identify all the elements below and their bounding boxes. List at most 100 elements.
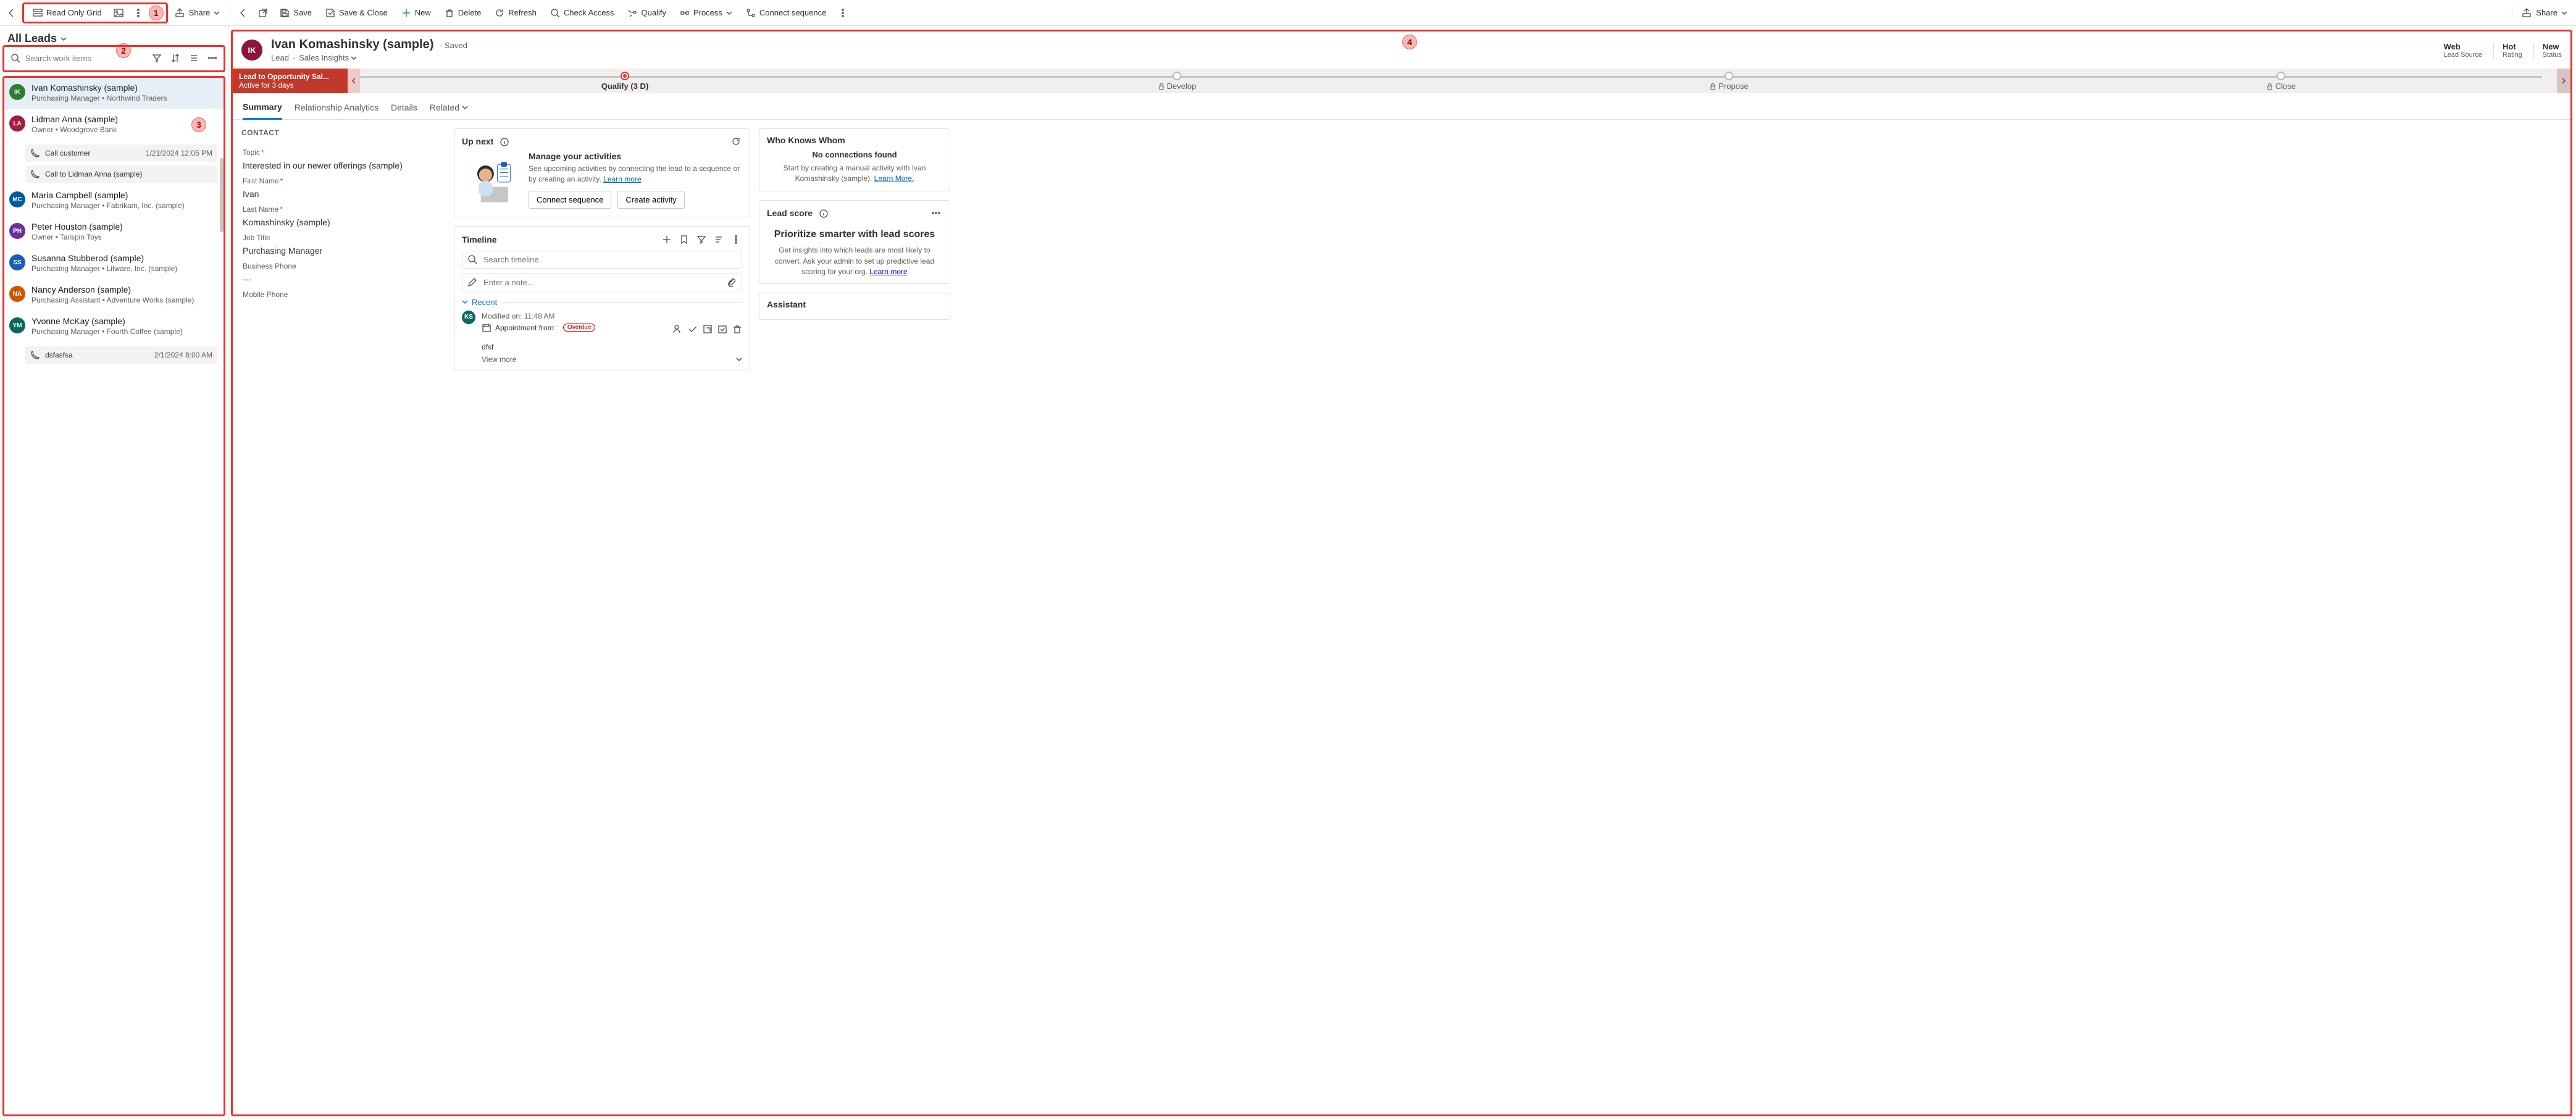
timeline-search-input[interactable] <box>482 254 737 265</box>
list-item[interactable]: SS Susanna Stubberod (sample) Purchasing… <box>4 248 224 280</box>
open-record-icon[interactable] <box>703 324 713 334</box>
contact-section-label: CONTACT <box>241 128 445 137</box>
activity-item[interactable]: Call to Lidman Anna (sample) <box>25 165 217 183</box>
activity-item[interactable]: dsfasfsa2/1/2024 8:00 AM <box>25 346 217 364</box>
stage-label: Qualify (3 D) <box>349 81 901 91</box>
record-nav-back[interactable] <box>234 3 253 23</box>
timeline-more-button[interactable] <box>730 233 742 245</box>
field-job-title[interactable]: Job Title Purchasing Manager <box>241 231 445 259</box>
tab-details[interactable]: Details <box>391 98 417 119</box>
save-close-button[interactable]: Save & Close <box>319 3 394 23</box>
timeline-note-input[interactable] <box>482 277 722 288</box>
save-button[interactable]: Save <box>274 3 318 23</box>
field-label: First Name* <box>243 177 444 185</box>
stage-label: Develop <box>901 81 1453 91</box>
record-entity-label: Lead <box>271 53 289 62</box>
timeline-bookmark-button[interactable] <box>678 233 690 245</box>
tab-related[interactable]: Related <box>430 98 468 119</box>
image-toggle-button[interactable] <box>109 3 128 23</box>
timeline-recent-label[interactable]: Recent <box>472 298 497 307</box>
list-item[interactable]: NA Nancy Anderson (sample) Purchasing As… <box>4 280 224 311</box>
field-business-phone[interactable]: Business Phone --- <box>241 259 445 288</box>
view-picker[interactable]: All Leads <box>7 32 67 45</box>
process-stage[interactable]: Qualify (3 D) <box>349 72 901 91</box>
filter-button[interactable] <box>149 51 164 65</box>
share-left-button[interactable]: Share <box>169 3 227 23</box>
connect-sequence-card-button[interactable]: Connect sequence <box>529 191 611 209</box>
list-more-button[interactable] <box>205 51 220 65</box>
activity-item[interactable]: Call customer 1/21/2024 12:05 PM <box>25 144 217 162</box>
process-stage[interactable]: Propose <box>1453 72 2005 91</box>
field-mobile-phone[interactable]: Mobile Phone <box>241 288 445 306</box>
avatar: PH <box>9 223 25 239</box>
list-item[interactable]: YM Yvonne McKay (sample) Purchasing Mana… <box>4 311 224 343</box>
check-access-button[interactable]: Check Access <box>544 3 621 23</box>
lead-score-learn-more-link[interactable]: Learn more <box>869 267 907 276</box>
assign-icon[interactable] <box>673 324 683 334</box>
field-label: Last Name* <box>243 205 444 214</box>
create-activity-button[interactable]: Create activity <box>617 191 684 209</box>
lead-score-more-button[interactable] <box>930 207 942 219</box>
timeline-filter-button[interactable] <box>695 233 708 245</box>
refresh-button[interactable]: Refresh <box>488 3 543 23</box>
open-new-window-button[interactable] <box>254 3 272 23</box>
header-meta-field[interactable]: NewStatus <box>2533 42 2562 59</box>
list-item-sub: Owner • Woodgrove Bank <box>31 125 217 134</box>
share-right-label: Share <box>2536 8 2557 17</box>
complete-icon[interactable] <box>688 324 698 334</box>
sort-button[interactable] <box>168 51 183 65</box>
read-only-grid-label: Read Only Grid <box>46 8 102 17</box>
next-stage-button[interactable] <box>2557 69 2570 93</box>
list-item[interactable]: MC Maria Campbell (sample) Purchasing Ma… <box>4 185 224 217</box>
field-label: Business Phone <box>243 262 444 270</box>
attachment-icon[interactable] <box>727 277 737 287</box>
view-more-link[interactable]: View more <box>482 355 516 364</box>
new-label: New <box>415 8 431 17</box>
field-topic[interactable]: Topic* Interested in our newer offerings… <box>241 146 445 174</box>
field-first-name[interactable]: First Name* Ivan <box>241 174 445 203</box>
share-right-button[interactable]: Share <box>2516 3 2574 23</box>
field-value: Komashinsky (sample) <box>243 217 444 227</box>
read-only-grid-button[interactable]: Read Only Grid <box>27 3 108 23</box>
timeline-add-button[interactable] <box>661 233 673 245</box>
more-grid-button[interactable] <box>129 3 148 23</box>
connect-sequence-button[interactable]: Connect sequence <box>740 3 832 23</box>
close-activity-icon[interactable] <box>717 324 727 334</box>
process-name-label: Lead to Opportunity Sal... <box>239 72 343 81</box>
process-name-pill[interactable]: Lead to Opportunity Sal... Active for 3 … <box>233 69 349 93</box>
process-stage[interactable]: Develop <box>901 72 1453 91</box>
list-item[interactable]: PH Peter Houston (sample) Owner • Tailsp… <box>4 217 224 248</box>
timeline-sort-button[interactable] <box>713 233 725 245</box>
toolbar-overflow-button[interactable] <box>834 3 852 23</box>
list-item[interactable]: IK Ivan Komashinsky (sample) Purchasing … <box>4 78 224 109</box>
field-value: Purchasing Manager <box>243 246 444 256</box>
activity-label: Call customer <box>45 149 90 157</box>
delete-button[interactable]: Delete <box>438 3 488 23</box>
qualify-button[interactable]: Qualify <box>621 3 672 23</box>
process-button[interactable]: Process <box>674 3 738 23</box>
header-meta-field[interactable]: WebLead Source <box>2444 42 2482 59</box>
list-layout-button[interactable] <box>186 51 201 65</box>
tab-summary[interactable]: Summary <box>243 98 282 120</box>
lock-icon <box>1158 83 1165 90</box>
header-meta-field[interactable]: HotRating <box>2493 42 2522 59</box>
calendar-icon <box>482 323 491 333</box>
tab-relationship-analytics[interactable]: Relationship Analytics <box>295 98 378 119</box>
list-item[interactable]: LA Lidman Anna (sample) Owner • Woodgrov… <box>4 109 224 141</box>
list-item-sub: Purchasing Manager • Fourth Coffee (samp… <box>31 327 217 336</box>
info-icon[interactable] <box>819 207 829 218</box>
up-next-refresh-button[interactable] <box>730 135 742 148</box>
field-last-name[interactable]: Last Name* Komashinsky (sample) <box>241 203 445 231</box>
wkw-learn-more-link[interactable]: Learn More. <box>874 174 914 183</box>
activity-time: 1/21/2024 12:05 PM <box>146 149 212 157</box>
new-button[interactable]: New <box>395 3 437 23</box>
info-icon[interactable] <box>500 136 509 147</box>
up-next-learn-more-link[interactable]: Learn more <box>603 175 641 183</box>
form-picker[interactable]: Sales Insights <box>299 53 357 62</box>
process-stage[interactable]: Close <box>2005 72 2557 91</box>
timeline-card: Timeline <box>454 226 750 370</box>
timeline-item[interactable]: KS Modified on: 11:48 AM Appointment fro… <box>462 307 742 364</box>
delete-activity-icon[interactable] <box>732 324 742 334</box>
nav-back-left[interactable] <box>2 3 21 23</box>
tab-label: Details <box>391 102 417 112</box>
